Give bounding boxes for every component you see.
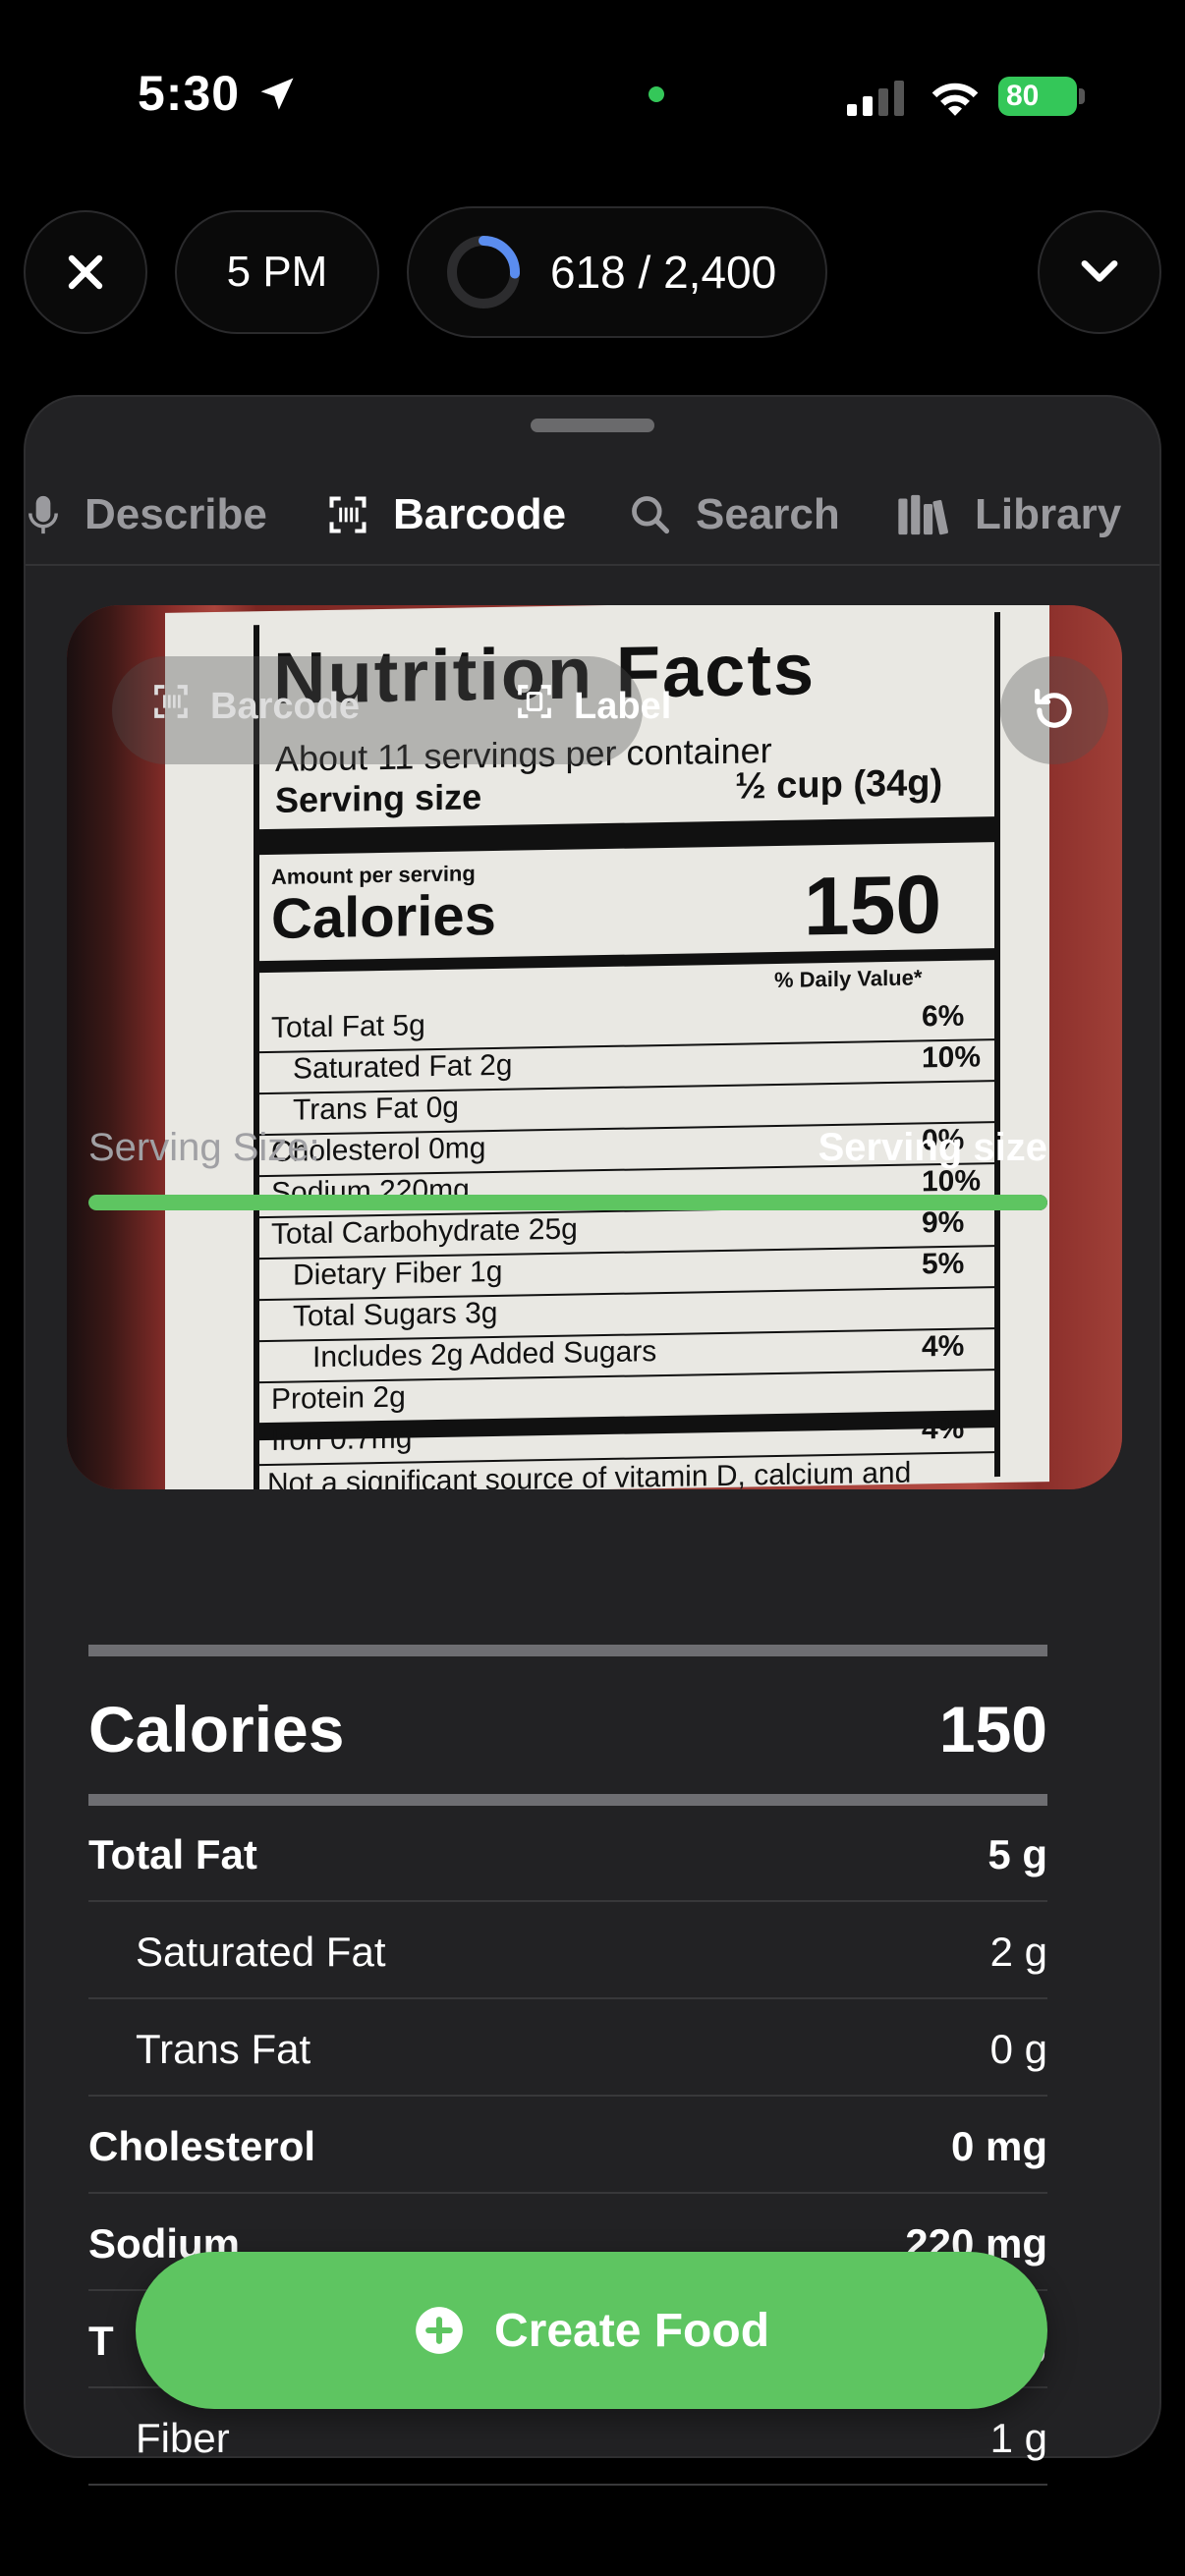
label-row-dv: 6% xyxy=(922,999,965,1034)
label-row-dv: 4% xyxy=(922,1329,965,1364)
divider xyxy=(88,1645,1047,1656)
serving-size-row[interactable]: Serving Size: Serving size xyxy=(88,1126,1047,1185)
nutrient-value[interactable]: 5 g xyxy=(988,1831,1047,1878)
location-arrow-icon xyxy=(260,78,294,110)
nutrient-row[interactable]: Cholesterol 0 mg xyxy=(88,2098,1047,2194)
meal-time-label: 5 PM xyxy=(226,248,328,296)
barcode-icon xyxy=(326,493,369,536)
label-row-name: Trans Fat 0g xyxy=(293,1091,459,1127)
library-icon xyxy=(896,493,951,536)
search-icon xyxy=(629,493,672,536)
label-serving-amount: ½ cup (34g) xyxy=(735,762,943,808)
nutrient-label: Saturated Fat xyxy=(136,1929,386,1975)
create-food-label: Create Food xyxy=(493,2304,770,2357)
expand-button[interactable] xyxy=(1038,210,1161,334)
close-button[interactable] xyxy=(24,210,147,334)
label-serving-size: Serving size xyxy=(275,776,482,820)
nutrient-value[interactable]: 0 mg xyxy=(951,2123,1047,2170)
photo-mode-label[interactable]: Label xyxy=(515,682,671,731)
label-row-dv: 10% xyxy=(922,1040,982,1075)
tabs-divider xyxy=(26,564,1159,566)
nutrient-row[interactable]: Saturated Fat 2 g xyxy=(88,1903,1047,1999)
nutrient-row[interactable]: Trans Fat 0 g xyxy=(88,2000,1047,2097)
battery-indicator: 80 xyxy=(998,77,1077,116)
calorie-progress-button[interactable]: 618 / 2,400 xyxy=(407,206,827,338)
label-calories-value: 150 xyxy=(804,858,942,953)
retake-button[interactable] xyxy=(1000,656,1108,764)
nutrient-label: T xyxy=(88,2318,114,2364)
sheet-grabber[interactable] xyxy=(531,419,654,432)
calories-value[interactable]: 150 xyxy=(939,1692,1047,1766)
divider xyxy=(88,1794,1047,1806)
photo-mode-barcode[interactable]: Barcode xyxy=(151,682,360,731)
create-food-button[interactable]: Create Food xyxy=(136,2252,1047,2409)
label-calories: Calories xyxy=(271,882,496,951)
plus-circle-icon xyxy=(414,2305,465,2356)
calorie-count: 618 / 2,400 xyxy=(550,247,777,298)
nutrient-label: Trans Fat xyxy=(136,2026,311,2072)
mic-icon xyxy=(26,493,61,536)
battery-cap xyxy=(1079,88,1085,104)
label-row-name: Total Fat 5g xyxy=(271,1009,425,1044)
label-row-name: Protein 2g xyxy=(271,1380,406,1416)
calories-label: Calories xyxy=(88,1693,345,1765)
label-row-name: Total Sugars 3g xyxy=(293,1296,498,1333)
meal-time-button[interactable]: 5 PM xyxy=(175,210,379,334)
label-row-name: Dietary Fiber 1g xyxy=(293,1255,503,1292)
barcode-icon xyxy=(151,682,191,731)
input-mode-tabs: Describe Barcode Search Library xyxy=(26,466,1159,564)
rotate-ccw-icon xyxy=(1035,688,1072,728)
tab-describe-label: Describe xyxy=(85,490,267,538)
nutrient-value[interactable]: 2 g xyxy=(990,1929,1047,1976)
label-row-dv: 5% xyxy=(922,1247,965,1281)
calories-row: Calories 150 xyxy=(88,1676,1047,1784)
chevron-down-icon xyxy=(1081,260,1118,282)
cellular-signal-icon xyxy=(847,81,904,116)
wifi-icon xyxy=(931,83,979,116)
calorie-ring-icon xyxy=(447,236,520,308)
serving-size-value[interactable]: Serving size xyxy=(818,1126,1047,1170)
nutrient-row[interactable]: Total Fat 5 g xyxy=(88,1806,1047,1902)
label-row-dv: 4% xyxy=(922,1412,965,1446)
tab-describe[interactable]: Describe xyxy=(26,466,267,564)
label-row-name: Saturated Fat 2g xyxy=(293,1048,513,1086)
battery-level: 80 xyxy=(1006,80,1040,112)
serving-progress-bar xyxy=(88,1195,1047,1210)
tab-library-label: Library xyxy=(975,490,1122,538)
close-icon xyxy=(68,254,103,290)
tab-search[interactable]: Search xyxy=(629,466,840,564)
nutrient-label: Cholesterol xyxy=(88,2123,316,2169)
label-row-name: Total Carbohydrate 25g xyxy=(271,1212,578,1251)
photo-mode-label-text: Label xyxy=(574,685,672,727)
label-row-name: Iron 0.7mg xyxy=(271,1422,413,1457)
photo-mode-barcode-label: Barcode xyxy=(210,685,361,727)
label-photo[interactable]: Nutrition Facts About 11 servings per co… xyxy=(67,605,1122,1489)
tab-library[interactable]: Library xyxy=(896,466,1121,564)
camera-indicator-dot xyxy=(649,86,664,102)
nutrient-label: Fiber xyxy=(136,2415,230,2461)
label-daily-value: % Daily Value* xyxy=(774,965,923,993)
serving-size-label: Serving Size: xyxy=(88,1126,320,1169)
serving-progress-fill xyxy=(88,1195,1047,1210)
tab-barcode[interactable]: Barcode xyxy=(326,466,566,564)
label-row-dv: 9% xyxy=(922,1205,965,1240)
status-bar: 5:30 80 xyxy=(0,0,1185,196)
tab-search-label: Search xyxy=(696,490,840,538)
tab-barcode-label: Barcode xyxy=(393,490,567,538)
nutrient-value[interactable]: 0 g xyxy=(990,2026,1047,2073)
status-time: 5:30 xyxy=(138,66,241,121)
nutrient-value[interactable]: 1 g xyxy=(990,2415,1047,2462)
nutrient-label: Total Fat xyxy=(88,1831,257,1877)
photo-mode-switch: Barcode Label xyxy=(112,656,671,764)
label-scan-icon xyxy=(515,682,554,731)
label-row-name: Includes 2g Added Sugars xyxy=(312,1335,657,1374)
